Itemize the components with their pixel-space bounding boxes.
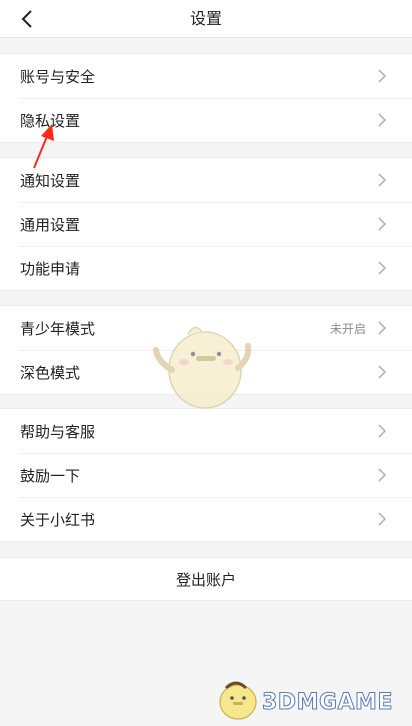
chevron-right-icon <box>378 261 390 275</box>
settings-group-about: 帮助与客服 鼓励一下 关于小红书 <box>0 408 412 542</box>
chevron-right-icon <box>378 173 390 187</box>
settings-item-label: 帮助与客服 <box>20 422 96 441</box>
chevron-right-icon <box>378 424 390 438</box>
page-title: 设置 <box>189 9 222 28</box>
settings-item-label: 关于小红书 <box>20 510 96 529</box>
settings-item-encourage[interactable]: 鼓励一下 <box>0 453 412 497</box>
settings-item-label: 隐私设置 <box>20 111 81 130</box>
logout-button[interactable]: 登出账户 <box>0 557 412 601</box>
settings-group-account: 账号与安全 隐私设置 <box>0 53 412 143</box>
settings-item-feature-request[interactable]: 功能申请 <box>0 246 412 290</box>
settings-item-help[interactable]: 帮助与客服 <box>0 409 412 453</box>
teen-mode-status: 未开启 <box>329 321 366 336</box>
chevron-right-icon <box>378 217 390 231</box>
settings-item-label: 功能申请 <box>20 259 81 278</box>
settings-item-about[interactable]: 关于小红书 <box>0 497 412 541</box>
mascot-watermark-icon <box>153 326 252 409</box>
chevron-right-icon <box>378 512 390 526</box>
settings-item-label: 通知设置 <box>20 171 81 190</box>
annotation-arrow-icon <box>33 124 54 169</box>
chevron-right-icon <box>378 468 390 482</box>
settings-item-account-security[interactable]: 账号与安全 <box>0 54 412 98</box>
settings-item-general[interactable]: 通用设置 <box>0 202 412 246</box>
chevron-right-icon <box>378 113 390 127</box>
top-bar: 设置 <box>0 0 412 38</box>
settings-item-notifications[interactable]: 通知设置 <box>0 158 412 202</box>
settings-group-general: 通知设置 通用设置 功能申请 <box>0 157 412 291</box>
settings-item-label: 账号与安全 <box>20 67 96 86</box>
chevron-right-icon <box>378 321 390 335</box>
chevron-right-icon <box>378 365 390 379</box>
chevron-right-icon <box>378 69 390 83</box>
settings-item-label: 通用设置 <box>20 215 81 234</box>
watermark-text: 3DMGAME <box>262 690 393 716</box>
settings-item-label: 鼓励一下 <box>20 466 81 485</box>
settings-item-privacy[interactable]: 隐私设置 <box>0 98 412 142</box>
